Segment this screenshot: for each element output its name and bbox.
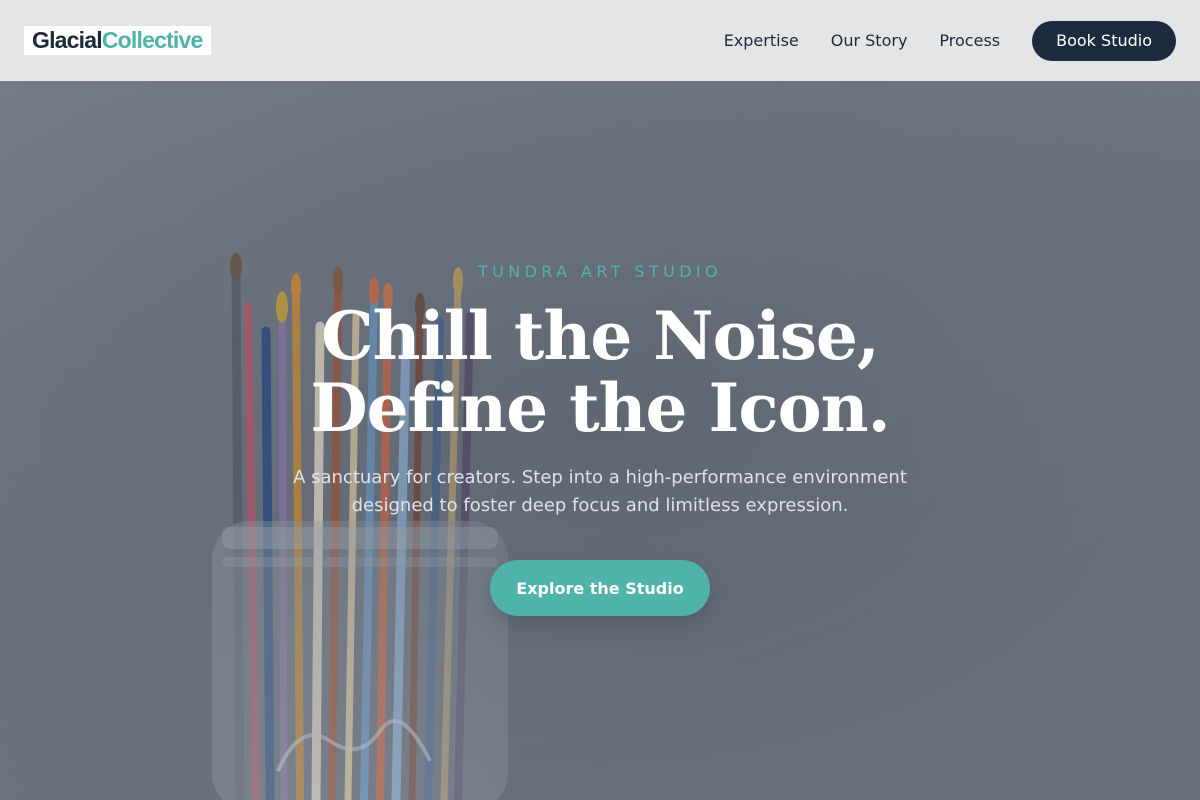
logo-text-accent: Collective xyxy=(101,27,203,53)
hero-subtext: A sanctuary for creators. Step into a hi… xyxy=(250,464,950,520)
hero-headline-line-2: Define the Icon. xyxy=(310,369,890,447)
hero-content: TUNDRA ART STUDIO Chill the Noise, Defin… xyxy=(0,81,1200,800)
main-nav: Expertise Our Story Process Book Studio xyxy=(724,20,1176,61)
explore-studio-button[interactable]: Explore the Studio xyxy=(490,560,710,616)
nav-link-expertise[interactable]: Expertise xyxy=(724,31,799,50)
hero-headline: Chill the Noise, Define the Icon. xyxy=(310,297,890,447)
logo[interactable]: Glacial Collective xyxy=(24,26,211,55)
hero-subtext-line-1: A sanctuary for creators. Step into a hi… xyxy=(293,467,907,488)
hero-section: TUNDRA ART STUDIO Chill the Noise, Defin… xyxy=(0,81,1200,800)
site-header: Glacial Collective Expertise Our Story Pr… xyxy=(0,0,1200,81)
hero-subtext-line-2: designed to foster deep focus and limitl… xyxy=(351,495,849,516)
hero-eyebrow: TUNDRA ART STUDIO xyxy=(477,262,723,281)
book-studio-button[interactable]: Book Studio xyxy=(1032,20,1176,61)
nav-link-process[interactable]: Process xyxy=(939,31,1000,50)
logo-text-primary: Glacial xyxy=(32,27,103,53)
hero-headline-line-1: Chill the Noise, xyxy=(321,297,880,375)
nav-link-our-story[interactable]: Our Story xyxy=(831,31,908,50)
